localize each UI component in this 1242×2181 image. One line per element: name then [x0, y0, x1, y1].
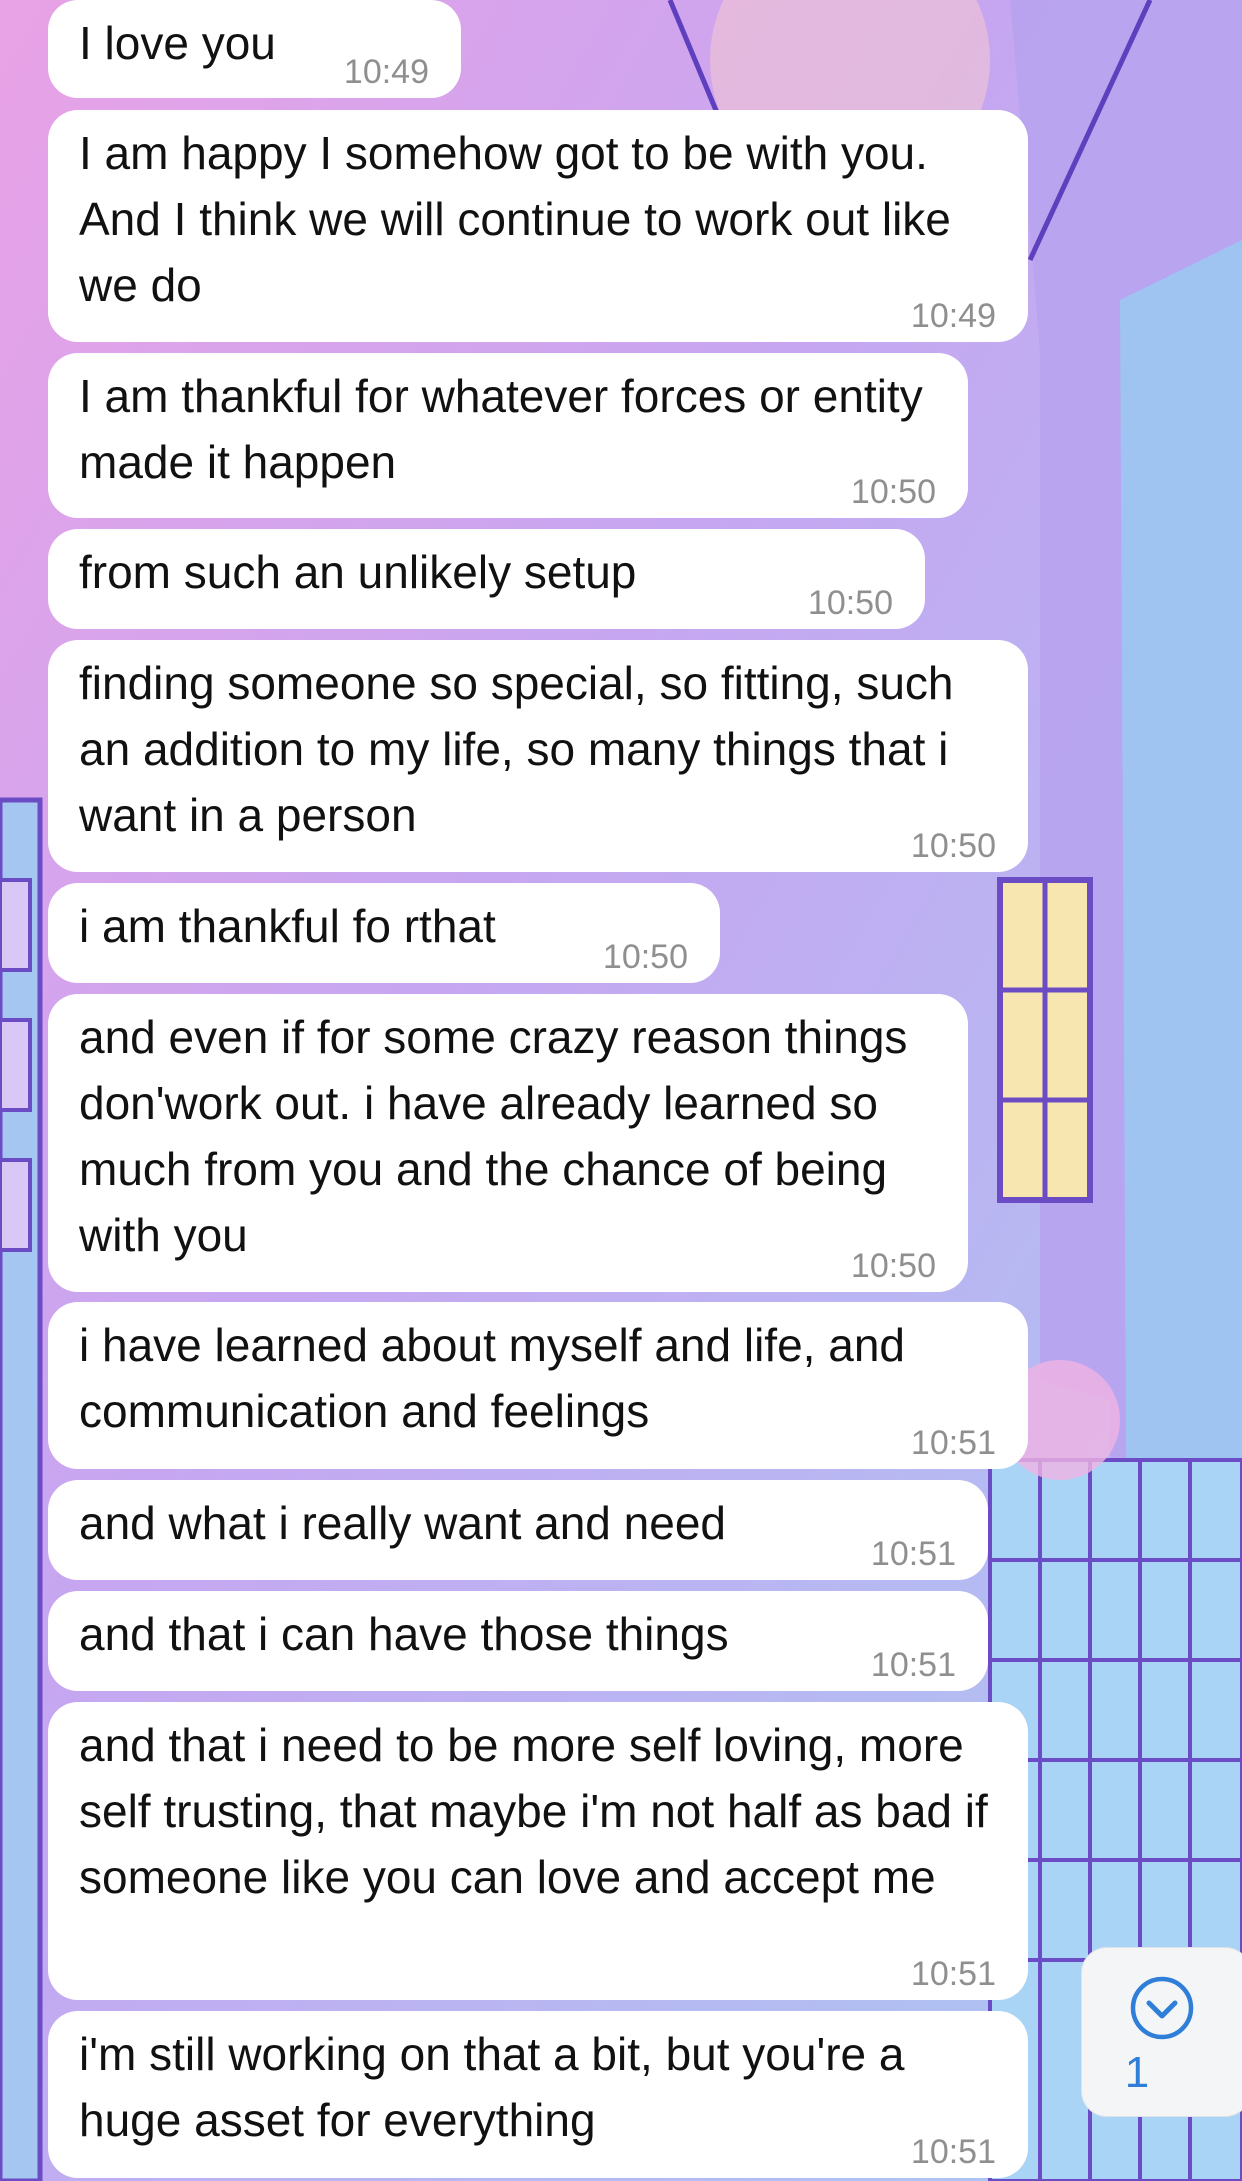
- message-timestamp: 10:50: [602, 938, 688, 976]
- message-bubble[interactable]: I am thankful for whatever forces or ent…: [48, 353, 968, 518]
- message-timestamp: 10:51: [870, 1646, 956, 1684]
- message-text: and what i really want and need: [79, 1497, 726, 1549]
- message-bubble[interactable]: and what i really want and need 10:51: [48, 1480, 988, 1580]
- message-timestamp: 10:51: [910, 2133, 996, 2171]
- message-bubble[interactable]: I love you 10:49: [48, 0, 461, 98]
- message-text: I am happy I somehow got to be with you.…: [79, 127, 964, 311]
- message-bubble[interactable]: i have learned about myself and life, an…: [48, 1302, 1028, 1469]
- message-text: and that i can have those things: [79, 1608, 729, 1660]
- scroll-to-bottom-button[interactable]: 1: [1081, 1947, 1242, 2117]
- message-timestamp: 10:51: [870, 1535, 956, 1573]
- message-timestamp: 10:50: [910, 827, 996, 865]
- message-text: from such an unlikely setup: [79, 546, 637, 598]
- message-text: i'm still working on that a bit, but you…: [79, 2028, 918, 2146]
- message-bubble[interactable]: i am thankful fo rthat 10:50: [48, 883, 720, 983]
- message-timestamp: 10:49: [910, 297, 996, 335]
- chevron-down-circle-icon: [1130, 1976, 1194, 2040]
- message-timestamp: 10:50: [807, 584, 893, 622]
- message-timestamp: 10:51: [910, 1955, 996, 1993]
- message-bubble[interactable]: and even if for some crazy reason things…: [48, 994, 968, 1292]
- message-text: and even if for some crazy reason things…: [79, 1011, 921, 1261]
- message-text: i am thankful fo rthat: [79, 900, 496, 952]
- message-bubble[interactable]: and that i can have those things 10:51: [48, 1591, 988, 1691]
- message-timestamp: 10:49: [343, 53, 429, 91]
- message-text: I am thankful for whatever forces or ent…: [79, 370, 936, 488]
- message-bubble[interactable]: I am happy I somehow got to be with you.…: [48, 110, 1028, 342]
- message-bubble[interactable]: and that i need to be more self loving, …: [48, 1702, 1028, 2000]
- message-timestamp: 10:50: [850, 1247, 936, 1285]
- message-timestamp: 10:51: [910, 1424, 996, 1462]
- message-bubble[interactable]: from such an unlikely setup 10:50: [48, 529, 925, 629]
- message-text: finding someone so special, so fitting, …: [79, 657, 967, 841]
- message-bubble[interactable]: finding someone so special, so fitting, …: [48, 640, 1028, 872]
- unread-count-badge: 1: [1124, 2048, 1150, 2097]
- message-bubble[interactable]: i'm still working on that a bit, but you…: [48, 2011, 1028, 2178]
- message-text: and that i need to be more self loving, …: [79, 1719, 1001, 1903]
- message-text: i have learned about myself and life, an…: [79, 1319, 918, 1437]
- message-list[interactable]: I love you 10:49 I am happy I somehow got …: [0, 0, 1242, 2181]
- message-timestamp: 10:50: [850, 473, 936, 511]
